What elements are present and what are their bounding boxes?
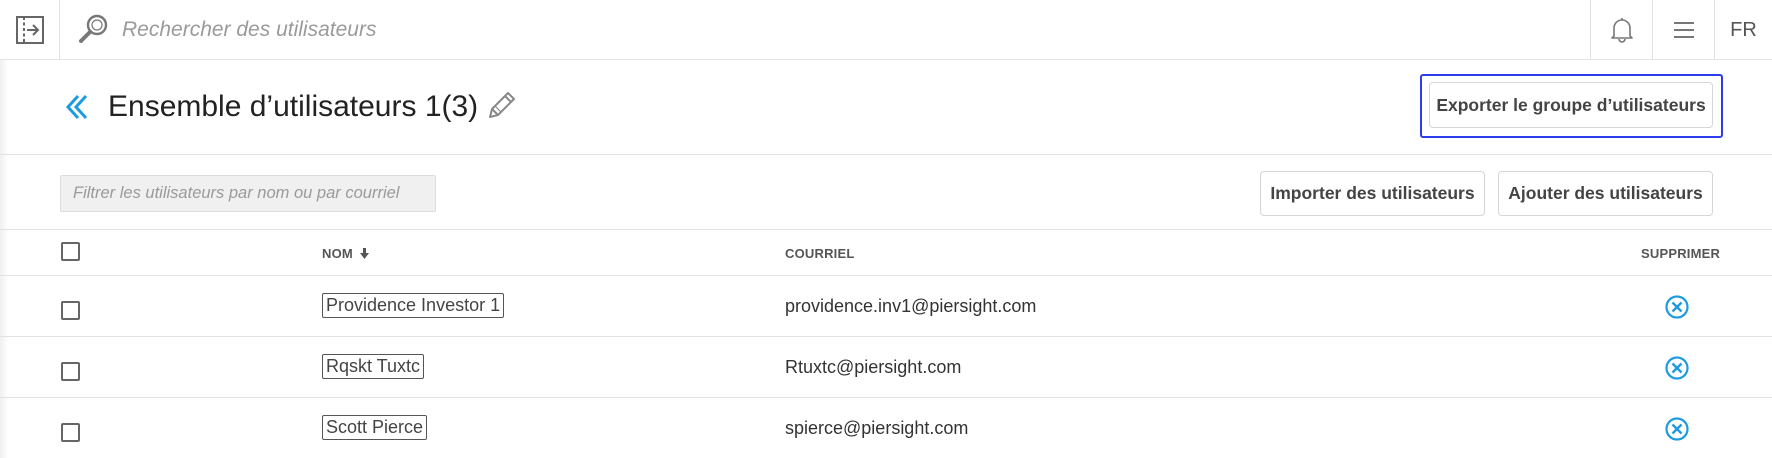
row-checkbox[interactable] — [61, 362, 80, 381]
arrow-down-icon — [359, 248, 369, 259]
language-button[interactable]: FR — [1714, 0, 1772, 60]
top-bar: FR — [0, 0, 1772, 60]
table-row: Rqskt Tuxtc Rtuxtc@piersight.com — [0, 337, 1772, 398]
user-email: providence.inv1@piersight.com — [785, 296, 1037, 316]
column-header-email: COURRIEL — [785, 246, 855, 261]
row-checkbox[interactable] — [61, 423, 80, 442]
search-input[interactable] — [122, 14, 622, 46]
row-checkbox[interactable] — [61, 301, 80, 320]
user-name[interactable]: Providence Investor 1 — [322, 293, 505, 318]
sidebar-expand-icon — [15, 16, 44, 44]
users-table: NOM COURRIEL SUPPRIMER Providence Invest… — [0, 230, 1772, 458]
double-chevron-left-icon[interactable] — [64, 92, 90, 122]
select-all-checkbox[interactable] — [61, 242, 80, 261]
circle-x-icon[interactable] — [1664, 416, 1690, 442]
circle-x-icon[interactable] — [1664, 355, 1690, 381]
notifications-button[interactable] — [1590, 0, 1652, 60]
page-title: Ensemble d’utilisateurs 1(3) — [108, 90, 479, 123]
hamburger-menu-icon — [1673, 22, 1694, 38]
add-users-button[interactable]: Ajouter des utilisateurs — [1498, 171, 1713, 216]
filter-users-input[interactable] — [60, 175, 436, 212]
page-header: Ensemble d’utilisateurs 1(3) Exporter le… — [0, 60, 1772, 155]
column-header-name[interactable]: NOM — [322, 246, 369, 261]
column-name-label: NOM — [322, 246, 353, 261]
table-header: NOM COURRIEL SUPPRIMER — [0, 230, 1772, 276]
circle-x-icon[interactable] — [1664, 294, 1690, 320]
user-email: spierce@piersight.com — [785, 418, 969, 438]
import-users-button[interactable]: Importer des utilisateurs — [1260, 171, 1485, 216]
search-icon — [79, 14, 108, 43]
pencil-icon[interactable] — [484, 89, 518, 123]
user-email: Rtuxtc@piersight.com — [785, 357, 962, 377]
column-header-delete: SUPPRIMER — [1641, 246, 1721, 261]
sidebar-toggle-button[interactable] — [0, 0, 60, 60]
table-row: Scott Pierce spierce@piersight.com — [0, 398, 1772, 458]
user-name[interactable]: Scott Pierce — [322, 415, 428, 440]
table-row: Providence Investor 1 providence.inv1@pi… — [0, 276, 1772, 337]
toolbar: Importer des utilisateurs Ajouter des ut… — [0, 155, 1772, 230]
main-menu-button[interactable] — [1652, 0, 1714, 60]
user-name[interactable]: Rqskt Tuxtc — [322, 354, 425, 379]
export-user-group-button[interactable]: Exporter le groupe d’utilisateurs — [1429, 82, 1713, 128]
bell-icon — [1610, 18, 1633, 43]
